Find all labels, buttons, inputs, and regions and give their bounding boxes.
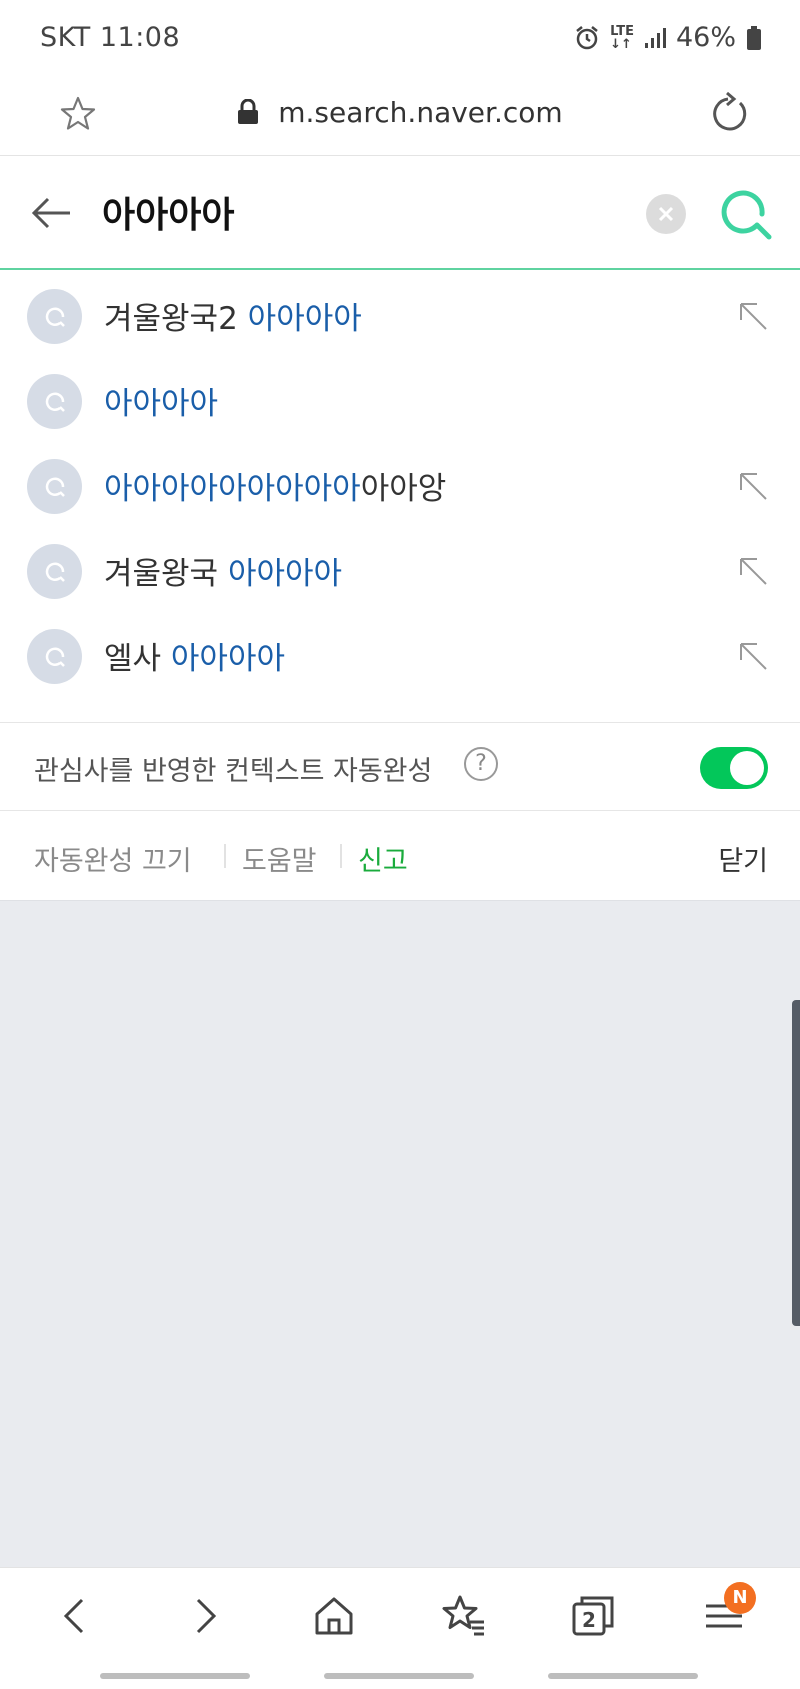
suggestion-highlight: 아아아아 (247, 301, 362, 337)
suggestion-text: 엘사 아아아아 (104, 633, 285, 678)
suggestion-text: 겨울왕국 아아아아 (104, 548, 342, 593)
autocomplete-off-link[interactable]: 자동완성 끄기 (34, 839, 192, 878)
suggestion-prefix: 엘사 (104, 641, 171, 677)
suggestion-highlight: 아아아아 (170, 641, 285, 677)
carrier-label: SKT (40, 22, 91, 53)
autocomplete-footer: 자동완성 끄기 도움말 신고 닫기 (0, 811, 800, 901)
alarm-icon (576, 25, 598, 49)
suggestion-highlight: 아아아아 (104, 386, 219, 422)
status-bar: SKT 11:08 LTE ↓↑ 46% (0, 0, 800, 78)
battery-icon (747, 25, 761, 50)
status-icons: LTE ↓↑ 46% (574, 22, 762, 53)
suggestion-prefix: 겨울왕국 (104, 556, 228, 592)
report-link[interactable]: 신고 (358, 839, 408, 878)
edge-panel-handle[interactable] (792, 1000, 800, 1326)
context-autocomplete-row: 관심사를 반영한 컨텍스트 자동완성 ? (0, 722, 800, 811)
suggestion-item[interactable]: 겨울왕국2 아아아아 (0, 273, 800, 359)
suggestion-highlight: 아아아아 (227, 556, 343, 592)
suggestion-prefix: 겨울왕국2 (104, 301, 248, 337)
divider (340, 844, 342, 868)
lock-icon (238, 99, 259, 124)
search-bar (0, 156, 800, 270)
clear-search-button[interactable] (646, 194, 686, 234)
new-badge: N (724, 1582, 756, 1614)
browser-bottom-nav: 2 N (0, 1567, 800, 1689)
gesture-bar (100, 1673, 250, 1679)
tabs-button[interactable]: 2 (570, 1592, 618, 1640)
fill-query-arrow-icon[interactable] (738, 471, 768, 501)
suggestion-search-icon (27, 459, 82, 514)
url-display[interactable]: m.search.naver.com (0, 96, 800, 129)
status-carrier-time: SKT 11:08 (40, 22, 180, 53)
gesture-bar (324, 1673, 474, 1679)
close-link[interactable]: 닫기 (718, 839, 768, 878)
divider (224, 844, 226, 868)
network-type-label: LTE (610, 23, 634, 39)
reload-icon[interactable] (704, 90, 752, 138)
suggestion-search-icon (27, 374, 82, 429)
bookmarks-icon[interactable] (440, 1592, 488, 1640)
tabs-count: 2 (582, 1608, 596, 1632)
search-input[interactable] (102, 186, 622, 238)
help-icon[interactable]: ? (464, 747, 498, 781)
suggestion-item[interactable]: 엘사 아아아아 (0, 613, 800, 699)
battery-percent: 46% (675, 22, 736, 53)
suggestion-search-icon (27, 544, 82, 599)
network-type-icon: LTE ↓↑ (610, 23, 634, 52)
forward-icon[interactable] (180, 1592, 228, 1640)
suggestion-text: 아아아아아아아아아아아앙 (104, 463, 446, 508)
suggestion-highlight: 아아아아아아아아아 (104, 471, 361, 507)
back-icon[interactable] (52, 1592, 100, 1640)
suggestion-suffix: 아아앙 (360, 471, 447, 507)
signal-icon (644, 27, 666, 48)
fill-query-arrow-icon[interactable] (738, 641, 768, 671)
suggestion-search-icon (27, 289, 82, 344)
clock-label: 11:08 (99, 22, 181, 53)
fill-query-arrow-icon[interactable] (738, 301, 768, 331)
suggestion-search-icon (27, 629, 82, 684)
suggestion-item[interactable]: 아아아아 (0, 358, 800, 444)
home-icon[interactable] (310, 1592, 358, 1640)
url-text: m.search.naver.com (278, 96, 563, 129)
suggestion-text: 아아아아 (104, 378, 218, 423)
suggestion-item[interactable]: 아아아아아아아아아아아앙 (0, 443, 800, 529)
search-submit-icon[interactable] (716, 184, 774, 242)
autocomplete-list: 겨울왕국2 아아아아 아아아아 아아아아아아아아아아아앙 겨울왕국 아아아아 엘… (0, 270, 800, 722)
browser-url-bar: m.search.naver.com (0, 78, 800, 156)
context-autocomplete-toggle[interactable] (700, 747, 768, 789)
back-arrow-icon[interactable] (30, 191, 74, 235)
help-link[interactable]: 도움말 (242, 839, 317, 878)
close-icon (658, 206, 674, 222)
suggestion-item[interactable]: 겨울왕국 아아아아 (0, 528, 800, 614)
fill-query-arrow-icon[interactable] (738, 556, 768, 586)
toggle-knob (730, 751, 764, 785)
suggestion-text: 겨울왕국2 아아아아 (104, 293, 362, 338)
context-autocomplete-label: 관심사를 반영한 컨텍스트 자동완성 (34, 756, 433, 787)
gesture-bar (548, 1673, 698, 1679)
